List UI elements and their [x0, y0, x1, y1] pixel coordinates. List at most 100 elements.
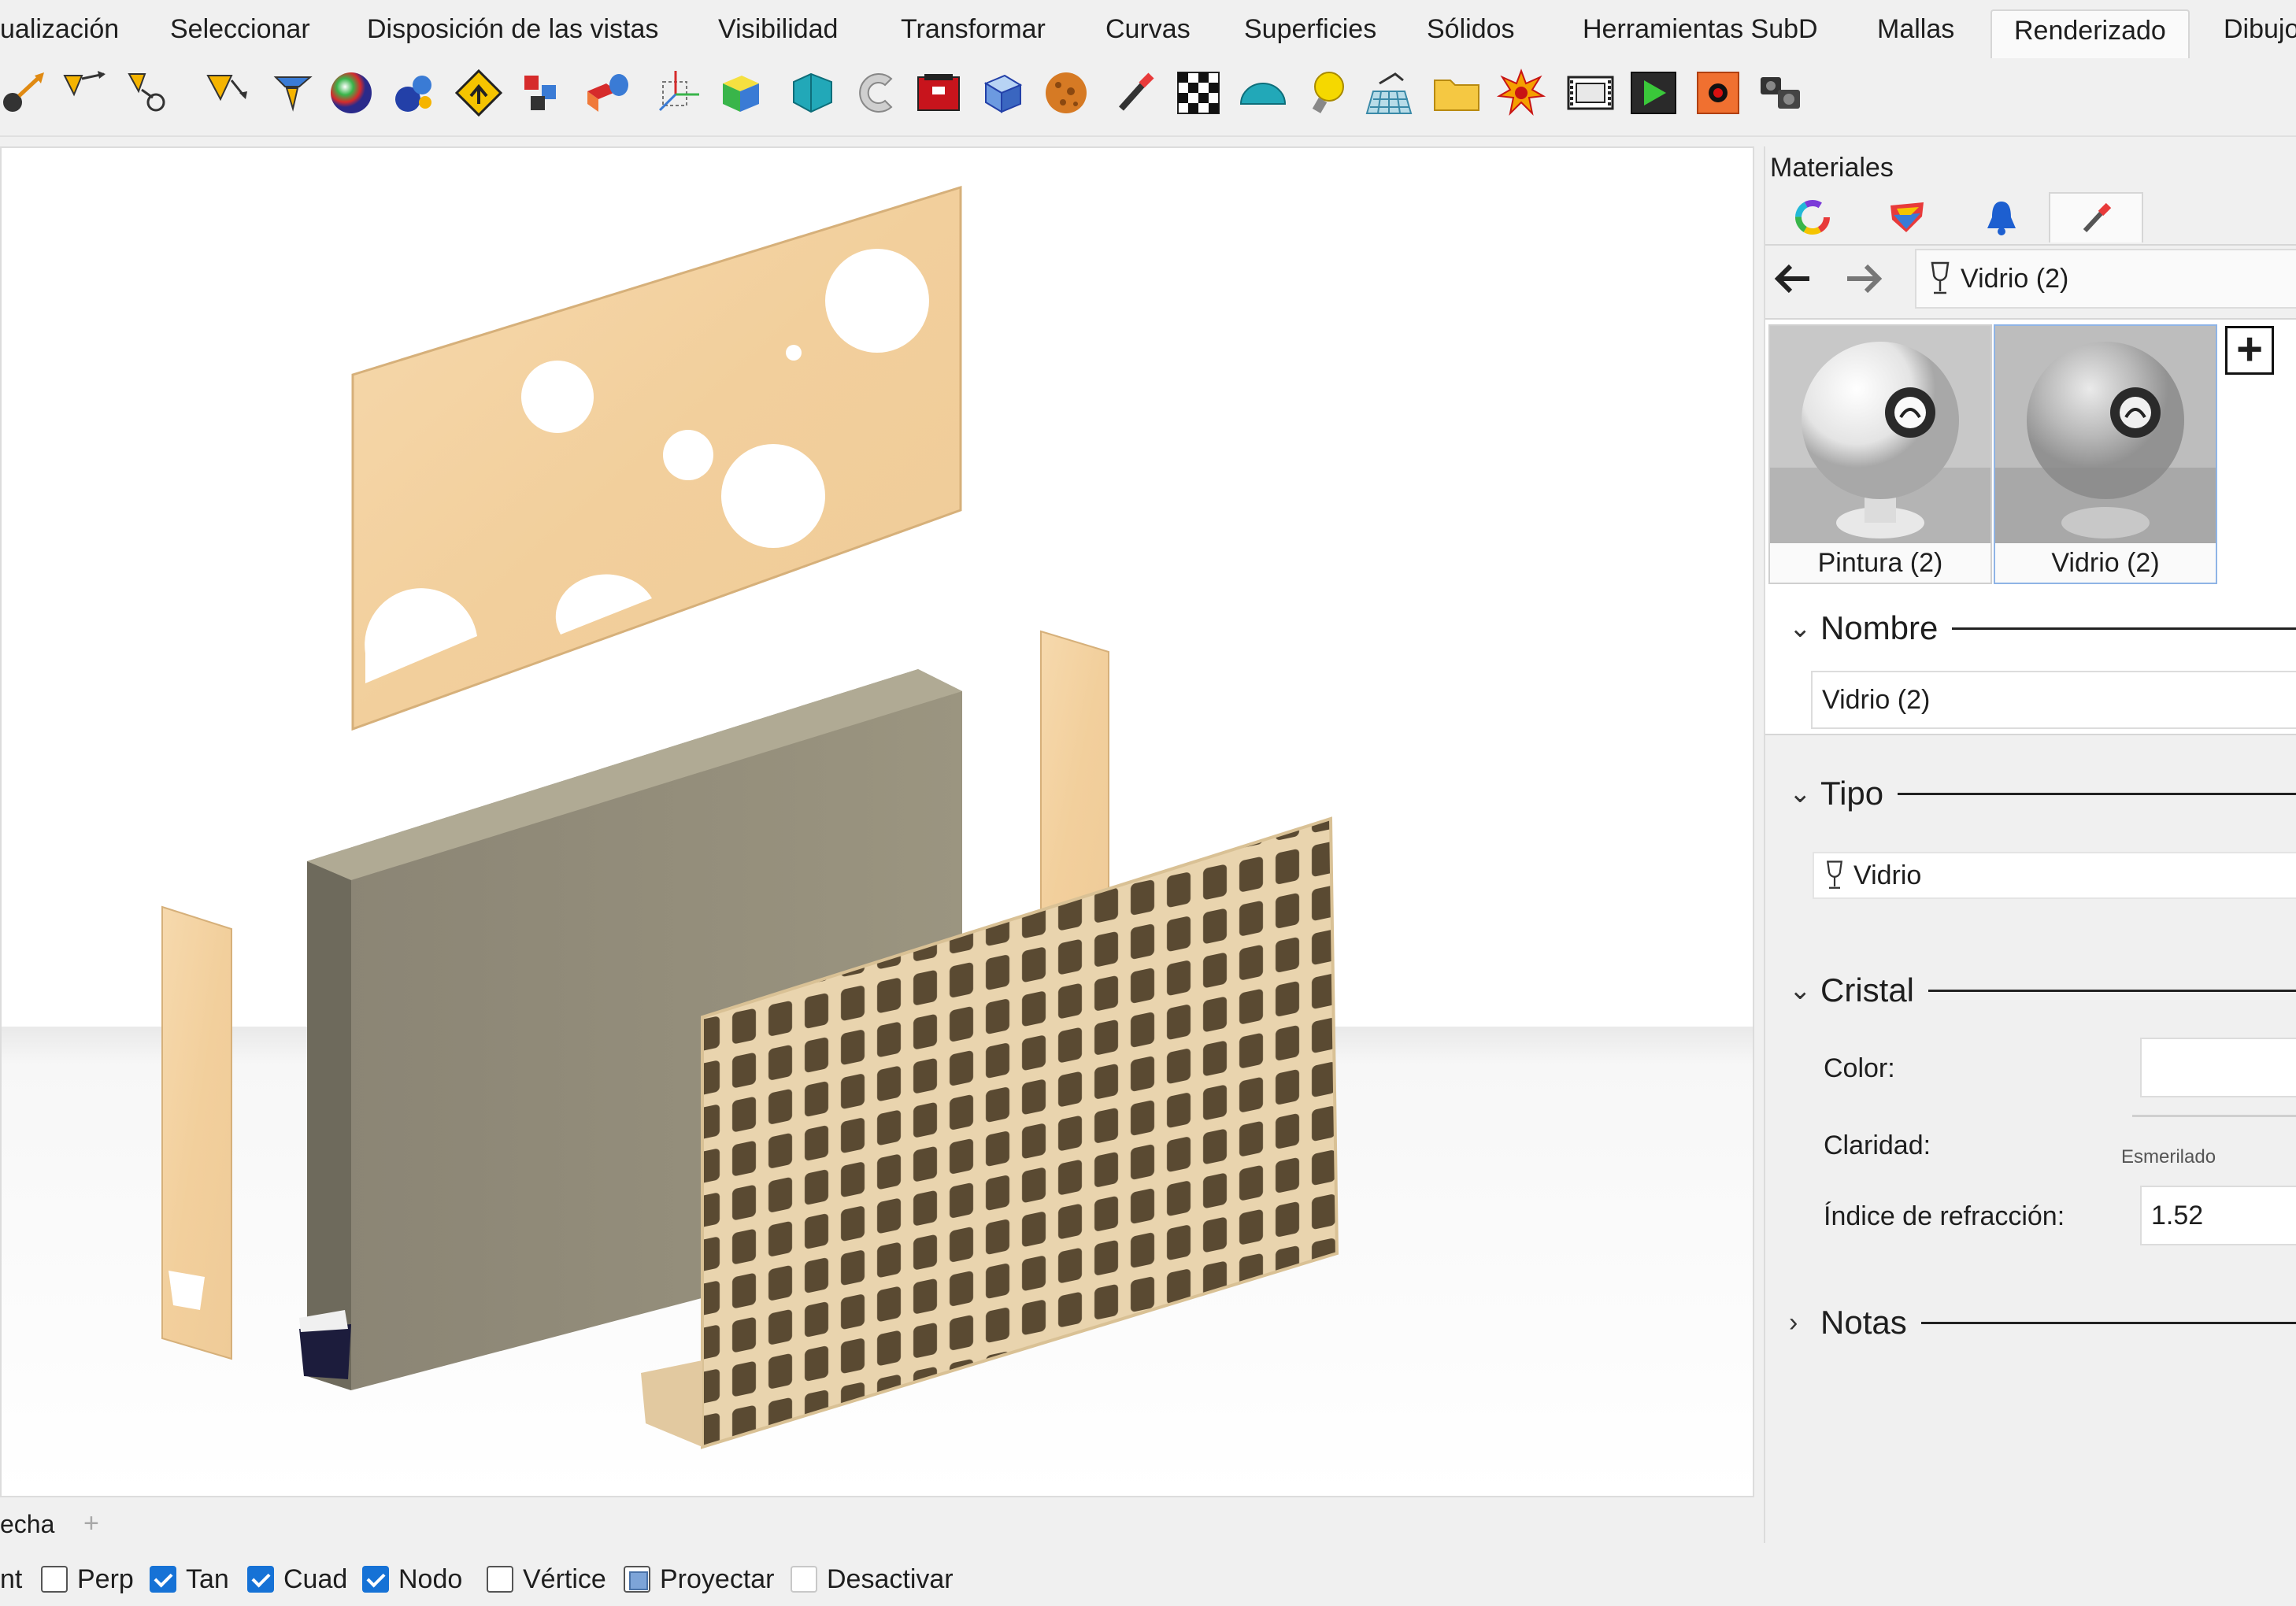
checkbox-disabled[interactable]	[791, 1566, 817, 1593]
tab-visualizacion[interactable]: ualización	[0, 14, 119, 45]
ground-plane-icon[interactable]	[1238, 68, 1288, 118]
rhino-window: ualización Seleccionar Disposición de la…	[0, 0, 2296, 1606]
texture-ball-icon[interactable]	[1041, 68, 1091, 118]
bell-icon	[1987, 202, 2016, 235]
directional-light-icon[interactable]	[200, 68, 250, 118]
wine-glass-icon	[1931, 261, 1950, 294]
osnap-proyectar[interactable]: Proyectar	[624, 1562, 775, 1597]
checkbox-partial[interactable]	[624, 1566, 650, 1593]
paint-brush-icon[interactable]	[1110, 68, 1161, 118]
thumb-caption: Pintura (2)	[1770, 543, 1990, 583]
tab-dibujo[interactable]: Dibujo	[2224, 14, 2296, 45]
glass-cube-icon[interactable]	[976, 68, 1027, 118]
claridad-label: Claridad:	[1824, 1130, 1931, 1160]
tab-disposicion[interactable]: Disposición de las vistas	[367, 14, 658, 45]
red-box-icon[interactable]	[913, 68, 964, 118]
checker-icon[interactable]	[1173, 68, 1224, 118]
cylinder-map-icon[interactable]	[787, 68, 838, 118]
gumball-icon[interactable]	[652, 68, 702, 118]
record-icon[interactable]	[1693, 68, 1743, 118]
rendered-scene	[2, 148, 1753, 1496]
osnap-cuad[interactable]: Cuad	[247, 1562, 347, 1597]
checkbox-checked[interactable]	[247, 1566, 274, 1593]
render-toolbar	[0, 58, 2296, 137]
tab-herramientas-subd[interactable]: Herramientas SubD	[1583, 14, 1818, 45]
tab-materials[interactable]	[1765, 192, 1860, 242]
section-nombre[interactable]: ⌄ Nombre	[1789, 606, 2296, 650]
render-viewport[interactable]	[0, 146, 1754, 1497]
viewport-tabs: echa +	[0, 1502, 1754, 1546]
type-dropdown[interactable]: Vidrio	[1813, 852, 2296, 899]
tab-environments[interactable]	[1860, 192, 1954, 242]
checkbox-unchecked[interactable]	[487, 1566, 513, 1593]
section-cristal[interactable]: ⌄ Cristal	[1789, 968, 2296, 1012]
sun-icon[interactable]	[518, 68, 568, 118]
material-thumb-pintura[interactable]: Pintura (2)	[1768, 324, 1992, 584]
chevron-right-icon: ›	[1789, 1307, 1798, 1338]
material-preview-glass	[1995, 326, 2216, 543]
forward-arrow-icon[interactable]	[1841, 255, 1888, 302]
panel-title: Materiales	[1770, 153, 1894, 183]
osnap-perp[interactable]: Perp	[41, 1562, 134, 1597]
bulb-icon[interactable]	[1302, 68, 1353, 118]
tab-superficies[interactable]: Superficies	[1244, 14, 1376, 45]
torus-icon[interactable]	[852, 68, 902, 118]
mesh-grid-icon[interactable]	[1364, 68, 1414, 118]
osnap-desactivar[interactable]: Desactivar	[791, 1562, 954, 1597]
warning-sign-icon[interactable]	[454, 68, 504, 118]
tab-mallas[interactable]: Mallas	[1877, 14, 1954, 45]
osnap-tan[interactable]: Tan	[150, 1562, 229, 1597]
tab-notifications[interactable]	[1954, 192, 2049, 242]
wine-glass-icon	[1826, 860, 1843, 889]
tab-solidos[interactable]: Sólidos	[1427, 14, 1515, 45]
checkbox-unchecked[interactable]	[41, 1566, 68, 1593]
osnap-nodo[interactable]: Nodo	[362, 1562, 462, 1597]
material-balls-icon[interactable]	[389, 68, 439, 118]
material-preview-paint	[1770, 326, 1990, 543]
color-swatch[interactable]	[2140, 1038, 2296, 1097]
film-strip-icon[interactable]	[1565, 68, 1616, 118]
osnap-vertice[interactable]: Vértice	[487, 1562, 606, 1597]
tab-curvas[interactable]: Curvas	[1105, 14, 1191, 45]
materials-panel: Materiales Vidrio (2) Pintura (2) Vidrio…	[1764, 146, 2296, 1543]
add-material-button[interactable]: +	[2225, 326, 2274, 375]
play-render-icon[interactable]	[1628, 68, 1679, 118]
box-mapping-icon[interactable]	[715, 68, 765, 118]
folder-icon[interactable]	[1431, 68, 1482, 118]
section-divider	[1952, 627, 2296, 630]
explosion-icon[interactable]	[1496, 68, 1546, 118]
environment-icon[interactable]	[583, 68, 633, 118]
brush-icon	[2083, 202, 2112, 233]
tab-renderizado[interactable]: Renderizado	[1990, 9, 2190, 58]
section-notas[interactable]: › Notas	[1789, 1301, 2296, 1345]
add-viewport-icon[interactable]: +	[83, 1508, 99, 1539]
chevron-down-icon: ⌄	[1789, 613, 1812, 643]
osnap-punto[interactable]: nt	[0, 1562, 22, 1597]
checkbox-checked[interactable]	[362, 1566, 389, 1593]
tab-textures[interactable]	[2049, 192, 2143, 242]
material-thumb-vidrio[interactable]: Vidrio (2)	[1994, 324, 2217, 584]
point-arrow-icon[interactable]	[0, 68, 50, 118]
color-label: Color:	[1824, 1053, 1895, 1083]
section-divider	[1920, 1321, 2296, 1324]
color-wheel-icon	[1795, 200, 1830, 235]
back-arrow-icon[interactable]	[1768, 255, 1816, 302]
render-sphere-icon[interactable]	[326, 68, 376, 118]
tab-transformar[interactable]: Transformar	[901, 14, 1046, 45]
ior-input[interactable]: 1.52	[2140, 1186, 2296, 1245]
section-tipo[interactable]: ⌄ Tipo	[1789, 772, 2296, 816]
camera-icon[interactable]	[1756, 68, 1806, 118]
name-input[interactable]: Vidrio (2)	[1811, 671, 2296, 729]
viewport-tab-derecha[interactable]: echa	[0, 1510, 54, 1539]
layers-icon	[1890, 202, 1924, 232]
tab-visibilidad[interactable]: Visibilidad	[718, 14, 838, 45]
material-breadcrumb[interactable]: Vidrio (2)	[1915, 249, 2296, 309]
claridad-slider[interactable]	[2132, 1115, 2296, 1117]
paint-sphere-preview	[1770, 326, 1990, 543]
light-arrow-icon[interactable]	[58, 68, 109, 118]
tab-seleccionar[interactable]: Seleccionar	[170, 14, 310, 45]
linear-light-icon[interactable]	[268, 68, 318, 118]
material-nav: Vidrio (2)	[1765, 244, 2296, 310]
spotlight-icon[interactable]	[124, 68, 175, 118]
checkbox-checked[interactable]	[150, 1566, 176, 1593]
